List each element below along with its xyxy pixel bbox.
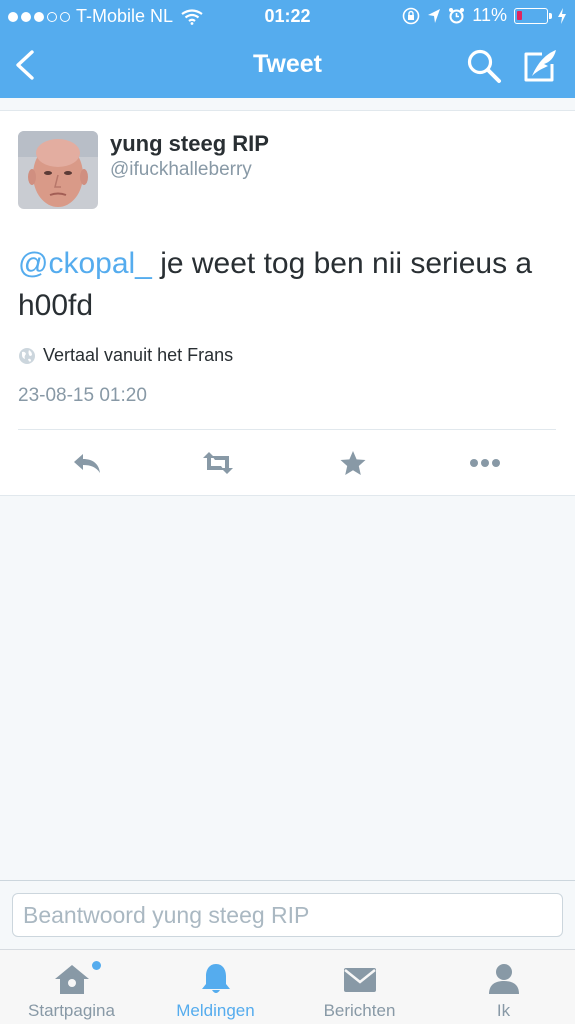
tweet-actions (0, 429, 575, 497)
tab-home[interactable]: Startpagina (0, 950, 143, 1024)
author-name[interactable]: yung steeg RIP (110, 131, 269, 157)
battery-icon (514, 7, 552, 24)
tab-label: Startpagina (28, 1001, 115, 1020)
tab-bar: Startpagina Meldingen Berichten Ik (0, 949, 575, 1024)
alarm-icon (449, 8, 465, 24)
reply-icon[interactable] (70, 449, 104, 477)
author-handle[interactable]: @ifuckhalleberry (110, 159, 252, 181)
tab-label: Ik (496, 1001, 511, 1020)
mention-link[interactable]: @ckopal_ (18, 247, 152, 280)
retweet-icon[interactable] (201, 449, 235, 477)
location-icon (428, 8, 441, 23)
notification-dot (92, 961, 101, 970)
tab-label: Meldingen (176, 1001, 255, 1020)
rotation-lock-icon (402, 7, 420, 24)
reply-input[interactable] (12, 893, 563, 937)
reply-bar (0, 880, 575, 949)
search-icon[interactable] (466, 48, 502, 84)
envelope-icon (343, 968, 376, 992)
translate-link[interactable]: Vertaal vanuit het Frans (18, 345, 233, 366)
bell-icon (201, 964, 230, 993)
globe-icon (19, 347, 35, 364)
tweet-timestamp: 23-08-15 01:20 (18, 385, 147, 406)
status-bar: T-Mobile NL 01:22 11% (0, 0, 575, 32)
status-right: 11% (402, 5, 567, 26)
person-icon (488, 964, 519, 994)
tab-label: Berichten (323, 1001, 396, 1020)
nav-bar: Tweet (0, 34, 575, 98)
favorite-icon[interactable] (336, 449, 370, 477)
header: T-Mobile NL 01:22 11% Tweet (0, 0, 575, 98)
compose-icon[interactable] (522, 48, 560, 84)
tweet-text: @ckopal_ je weet tog ben nii serieus a h… (18, 243, 563, 327)
home-icon (54, 965, 89, 994)
charging-icon (558, 7, 566, 24)
avatar[interactable] (18, 131, 98, 209)
tweet-card: yung steeg RIP @ifuckhalleberry @ckopal_… (0, 110, 575, 496)
battery-percent: 11% (472, 5, 507, 25)
more-icon[interactable] (468, 449, 502, 477)
translate-label: Vertaal vanuit het Frans (43, 345, 234, 365)
tab-messages[interactable]: Berichten (288, 950, 431, 1024)
tab-me[interactable]: Ik (432, 950, 575, 1024)
tab-notifications[interactable]: Meldingen (144, 950, 287, 1024)
